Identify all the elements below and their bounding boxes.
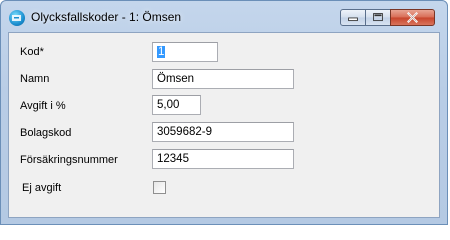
title-bar[interactable]: Olycksfallskoder - 1: Ömsen bbox=[1, 1, 447, 31]
close-icon bbox=[407, 12, 418, 23]
namn-input[interactable]: Ömsen bbox=[152, 69, 294, 89]
minimize-button[interactable] bbox=[340, 9, 366, 26]
maximize-button[interactable] bbox=[365, 9, 391, 26]
dialog-window: Olycksfallskoder - 1: Ömsen Kod* 1 Namn … bbox=[0, 0, 448, 225]
kod-value: 1 bbox=[157, 46, 166, 58]
kod-input[interactable]: 1 bbox=[152, 42, 218, 62]
form-area: Kod* 1 Namn Ömsen Avgift i % 5,00 Bolags… bbox=[8, 32, 440, 218]
ej-avgift-checkbox[interactable] bbox=[153, 181, 166, 194]
bolagskod-input[interactable]: 3059682-9 bbox=[152, 122, 294, 142]
window-title: Olycksfallskoder - 1: Ömsen bbox=[31, 10, 182, 24]
close-button[interactable] bbox=[390, 9, 435, 26]
namn-label: Namn bbox=[20, 73, 50, 85]
ej-avgift-label: Ej avgift bbox=[22, 182, 62, 194]
avgift-label: Avgift i % bbox=[20, 100, 66, 112]
bolagskod-label: Bolagskod bbox=[20, 127, 72, 139]
app-icon bbox=[9, 10, 25, 26]
maximize-icon bbox=[373, 13, 383, 22]
forsakringsnummer-label: Försäkringsnummer bbox=[20, 154, 118, 166]
avgift-input[interactable]: 5,00 bbox=[152, 95, 201, 115]
kod-label: Kod* bbox=[20, 46, 44, 58]
forsakringsnummer-input[interactable]: 12345 bbox=[152, 149, 294, 169]
minimize-icon bbox=[348, 17, 358, 22]
